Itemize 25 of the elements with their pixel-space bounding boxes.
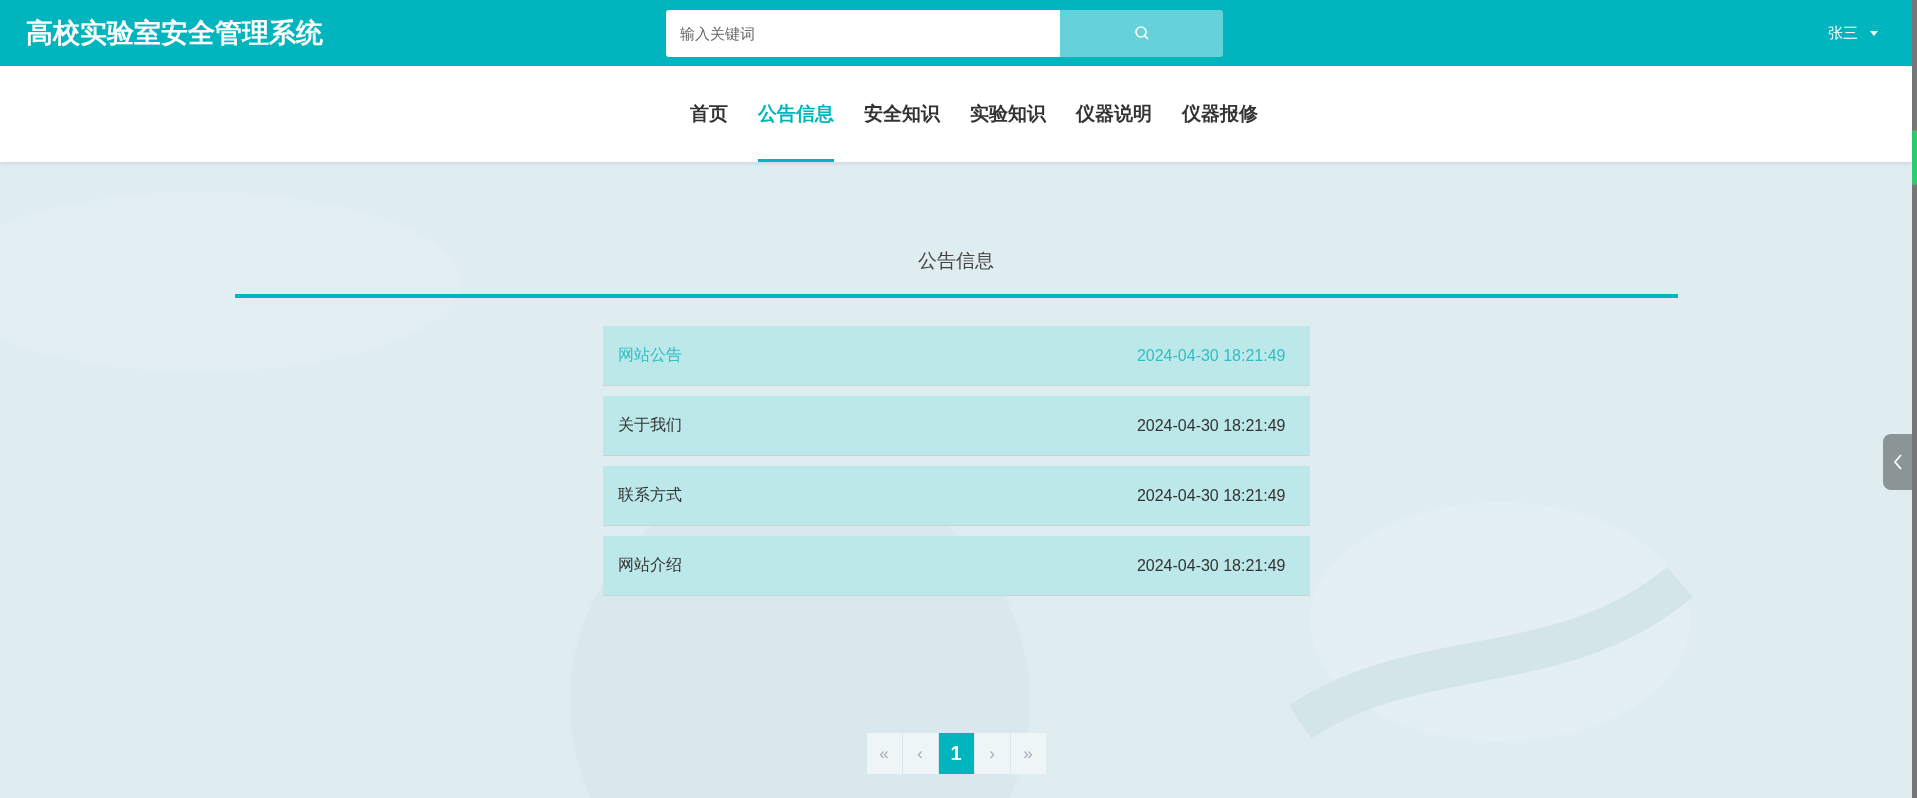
notice-time: 2024-04-30 18:21:49: [1136, 556, 1286, 575]
nav-tab[interactable]: 仪器说明: [1075, 66, 1152, 162]
search-icon: [1133, 25, 1150, 41]
search-field[interactable]: 输入关键词: [666, 9, 1060, 57]
notice-item[interactable]: 网站介绍 2024-04-30 18:21:49: [602, 536, 1310, 596]
site-title: 高校实验室安全管理系统: [26, 17, 324, 50]
chevron-left-icon: [1892, 453, 1903, 471]
caret-icon: [1870, 30, 1878, 36]
notice-title: 关于我们: [617, 415, 682, 435]
collapse-tab[interactable]: [1883, 434, 1912, 490]
notice-title: 网站介绍: [617, 555, 682, 575]
section-title: 公告信息: [918, 249, 994, 273]
nav-tab[interactable]: 安全知识: [863, 66, 940, 162]
notice-item[interactable]: 联系方式 2024-04-30 18:21:49: [602, 466, 1310, 526]
notice-time: 2024-04-30 18:21:49: [1136, 346, 1286, 365]
notice-time: 2024-04-30 18:21:49: [1136, 486, 1286, 505]
notice-title: 联系方式: [617, 485, 682, 505]
nav-tab[interactable]: 首页: [689, 66, 728, 162]
notice-item[interactable]: 关于我们 2024-04-30 18:21:49: [602, 396, 1310, 456]
nav-tab[interactable]: 实验知识: [969, 66, 1046, 162]
search-button[interactable]: [1060, 9, 1223, 57]
notice-title: 网站公告: [617, 345, 682, 365]
notice-time: 2024-04-30 18:21:49: [1136, 416, 1286, 435]
scrollbar[interactable]: [1912, 0, 1917, 798]
nav-tab[interactable]: 仪器报修: [1181, 66, 1258, 162]
